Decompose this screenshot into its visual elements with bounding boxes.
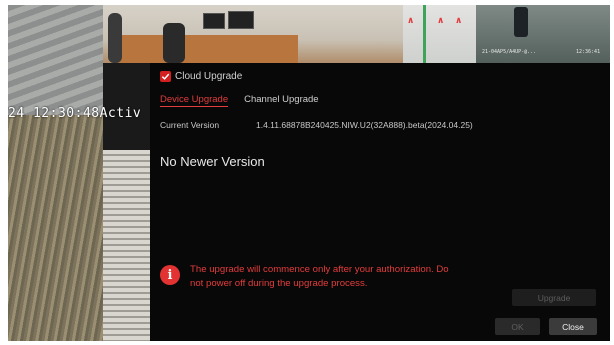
warning-line: The upgrade will commence only after you… [190, 264, 449, 275]
tab-device-upgrade[interactable]: Device Upgrade [160, 94, 229, 107]
door-shape [108, 13, 122, 63]
upgrade-button[interactable]: Upgrade [512, 289, 596, 306]
current-version-row: Current Version 1.4.11.68878B240425.NIW.… [160, 120, 473, 130]
cloud-upgrade-checkbox[interactable] [160, 71, 171, 82]
warning-icon: i [160, 265, 180, 285]
status-message: No Newer Version [160, 154, 265, 169]
upgrade-tabs: Device Upgrade Channel Upgrade [160, 94, 335, 107]
cloud-upgrade-row[interactable]: Cloud Upgrade [160, 71, 242, 82]
marker-icon: ∧ [407, 15, 415, 25]
camera-time: 12:36:41 [576, 49, 601, 55]
camera-tile-hallway[interactable]: 21-04AP5/A4UP-@... 12:36:41 [476, 5, 610, 63]
camera-tile-corridor[interactable]: ∧ ∧ ∧ [403, 5, 476, 63]
warning-message: i The upgrade will commence only after y… [160, 263, 520, 291]
pole-shape [423, 5, 426, 63]
ok-button[interactable]: OK [495, 318, 540, 335]
marker-icon: ∧ [455, 15, 463, 25]
warning-text: The upgrade will commence only after you… [190, 263, 449, 291]
monitor-shape [228, 11, 254, 29]
current-version-value: 1.4.11.68878B240425.NIW.U2(32A888).beta(… [256, 120, 473, 130]
camera-name: 21-04AP5/A4UP-@... [482, 49, 537, 55]
person-shape [514, 7, 528, 37]
osd-timestamp: 24 12:30:48Activ [8, 106, 142, 121]
marker-icon: ∧ [437, 15, 445, 25]
cloud-upgrade-label: Cloud Upgrade [175, 71, 243, 82]
tab-channel-upgrade[interactable]: Channel Upgrade [244, 94, 318, 107]
upgrade-dialog: Cloud Upgrade Device Upgrade Channel Upg… [150, 63, 610, 341]
desk-shape [118, 35, 298, 63]
camera-tile-office[interactable] [103, 5, 403, 63]
warning-line: not power off during the upgrade process… [190, 278, 368, 289]
monitor-shape [203, 13, 225, 29]
check-icon [161, 73, 170, 80]
close-button[interactable]: Close [549, 318, 597, 335]
current-version-label: Current Version [160, 120, 220, 130]
camera-tile-grass[interactable] [8, 115, 103, 341]
chair-shape [163, 23, 185, 63]
camera-tile-blinds[interactable] [8, 5, 103, 115]
